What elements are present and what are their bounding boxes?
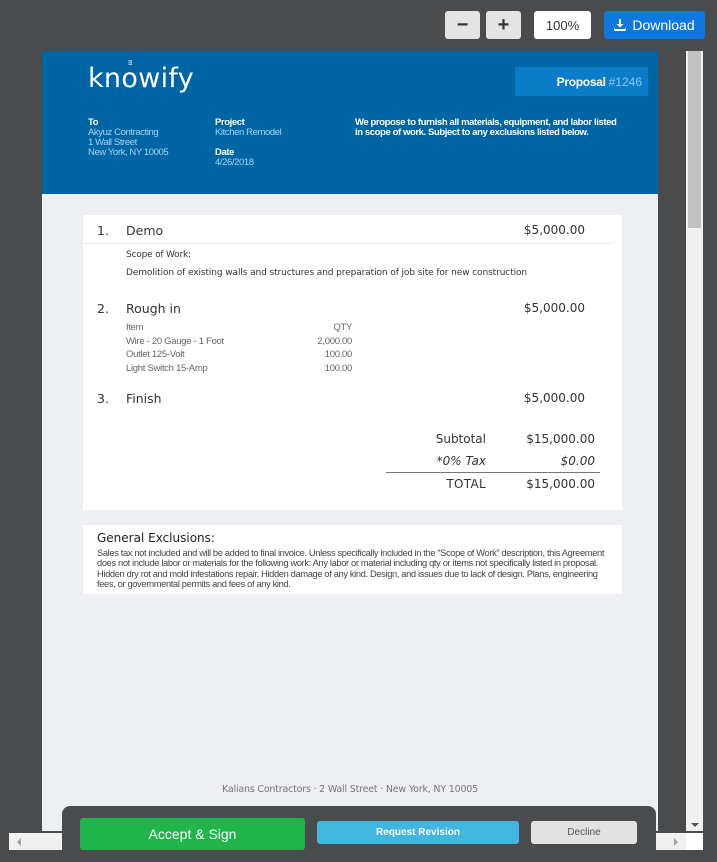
item-amount: $5,000.00 [523, 301, 585, 315]
tax-value: $0.00 [560, 454, 595, 468]
materials-header-item: Item [126, 322, 144, 333]
proposal-intro: We propose to furnish all materials, equ… [355, 117, 617, 138]
date-block: Date 4/26/2018 [215, 148, 254, 168]
tax-label: *0% Tax [436, 454, 486, 468]
download-button[interactable]: Download [604, 11, 705, 39]
material-qty: 100.00 [324, 349, 353, 360]
material-item: Wire - 20 Gauge - 1 Foot [126, 335, 224, 347]
item-divider [83, 243, 613, 244]
item-number: 2. [97, 300, 109, 316]
material-item: Outlet 125-Volt [126, 349, 185, 360]
line-item: 2. Rough in $5,000.00 [97, 298, 601, 318]
date-value: 4/26/2018 [215, 157, 254, 168]
materials-table: Item QTY Wire - 20 Gauge - 1 Foot 2,000.… [126, 322, 352, 376]
item-number: 3. [97, 390, 109, 406]
recipient-city: New York, NY 10005 [88, 147, 169, 158]
material-row: Wire - 20 Gauge - 1 Foot 2,000.00 [126, 336, 352, 350]
request-revision-button[interactable]: Request Revision [317, 821, 519, 844]
total-value: $15,000.00 [526, 477, 595, 491]
subtotal-value: $15,000.00 [526, 432, 595, 446]
subtotal-row: Subtotal $15,000.00 [386, 428, 600, 450]
item-number: 1. [97, 222, 109, 238]
total-row: TOTAL $15,000.00 [386, 473, 600, 495]
document-header: kn ⁞⁞⁞ owify Proposal #1246 To Akyuz Contr… [42, 51, 658, 194]
exclusions-card: General Exclusions: Sales tax not includ… [83, 525, 622, 594]
logo-text-start: kn [88, 63, 122, 94]
item-name: Rough in [126, 300, 181, 316]
line-item: 1. Demo $5,000.00 [97, 220, 601, 240]
subtotal-label: Subtotal [435, 432, 486, 446]
project-value: Kitchen Remodel [215, 127, 282, 138]
decline-button[interactable]: Decline [531, 821, 637, 844]
zoom-in-button[interactable]: + [486, 11, 521, 39]
vertical-scrollbar[interactable] [686, 51, 703, 831]
action-bar: Accept & Sign Request Revision Decline [62, 806, 656, 862]
item-amount: $5,000.00 [523, 223, 585, 237]
document-viewport[interactable]: kn ⁞⁞⁞ owify Proposal #1246 To Akyuz Contr… [42, 51, 658, 831]
vertical-scroll-thumb[interactable] [688, 51, 701, 228]
materials-header: Item QTY [126, 322, 352, 336]
scrollbar-corner [686, 833, 703, 850]
line-items-card: 1. Demo $5,000.00 Scope of Work: Demolit… [83, 215, 622, 510]
scroll-down-arrow-icon[interactable] [691, 823, 699, 827]
material-row: Light Switch 15-Amp 100.00 [126, 363, 352, 377]
exclusions-text: Sales tax not included and will be added… [97, 548, 605, 589]
scope-text: Demolition of existing walls and structu… [126, 268, 527, 278]
line-item: 3. Finish $5,000.00 [97, 388, 601, 408]
item-amount: $5,000.00 [523, 391, 585, 405]
material-qty: 2,000.00 [317, 335, 352, 347]
scope-label: Scope of Work: [126, 250, 191, 260]
material-qty: 100.00 [324, 362, 353, 374]
materials-header-qty: QTY [333, 322, 352, 333]
material-row: Outlet 125-Volt 100.00 [126, 349, 352, 363]
material-item: Light Switch 15-Amp [126, 362, 208, 374]
download-label: Download [632, 17, 695, 33]
proposal-badge: Proposal #1246 [515, 67, 648, 96]
recipient-block: To Akyuz Contracting 1 Wall Street New Y… [88, 118, 169, 158]
project-block: Project Kitchen Remodel [215, 118, 282, 138]
totals-block: Subtotal $15,000.00 *0% Tax $0.00 TOTAL … [386, 428, 600, 495]
proposal-number: #1246 [608, 74, 642, 89]
item-name: Finish [126, 390, 162, 406]
scroll-left-arrow-icon[interactable] [17, 838, 21, 846]
zoom-out-button[interactable]: − [445, 11, 480, 39]
item-name: Demo [126, 222, 164, 238]
accept-sign-button[interactable]: Accept & Sign [80, 818, 305, 850]
logo-rays-icon: ⁞⁞⁞ [127, 59, 133, 67]
tax-row: *0% Tax $0.00 [386, 450, 600, 472]
total-label: TOTAL [446, 477, 486, 491]
zoom-level-display[interactable]: 100% [534, 11, 591, 39]
toolbar: − + 100% Download [0, 11, 717, 39]
knowify-logo: kn ⁞⁞⁞ owify [88, 59, 194, 95]
logo-o: ⁞⁞⁞ o [121, 59, 139, 95]
contractor-address: Kalians Contractors · 2 Wall Street · Ne… [222, 784, 478, 795]
scroll-right-arrow-icon[interactable] [674, 838, 678, 846]
exclusions-title: General Exclusions: [97, 531, 215, 545]
download-icon [614, 19, 627, 31]
logo-text-end: wify [138, 63, 194, 94]
logo-o-letter: o [121, 63, 139, 94]
proposal-label: Proposal [556, 74, 606, 89]
